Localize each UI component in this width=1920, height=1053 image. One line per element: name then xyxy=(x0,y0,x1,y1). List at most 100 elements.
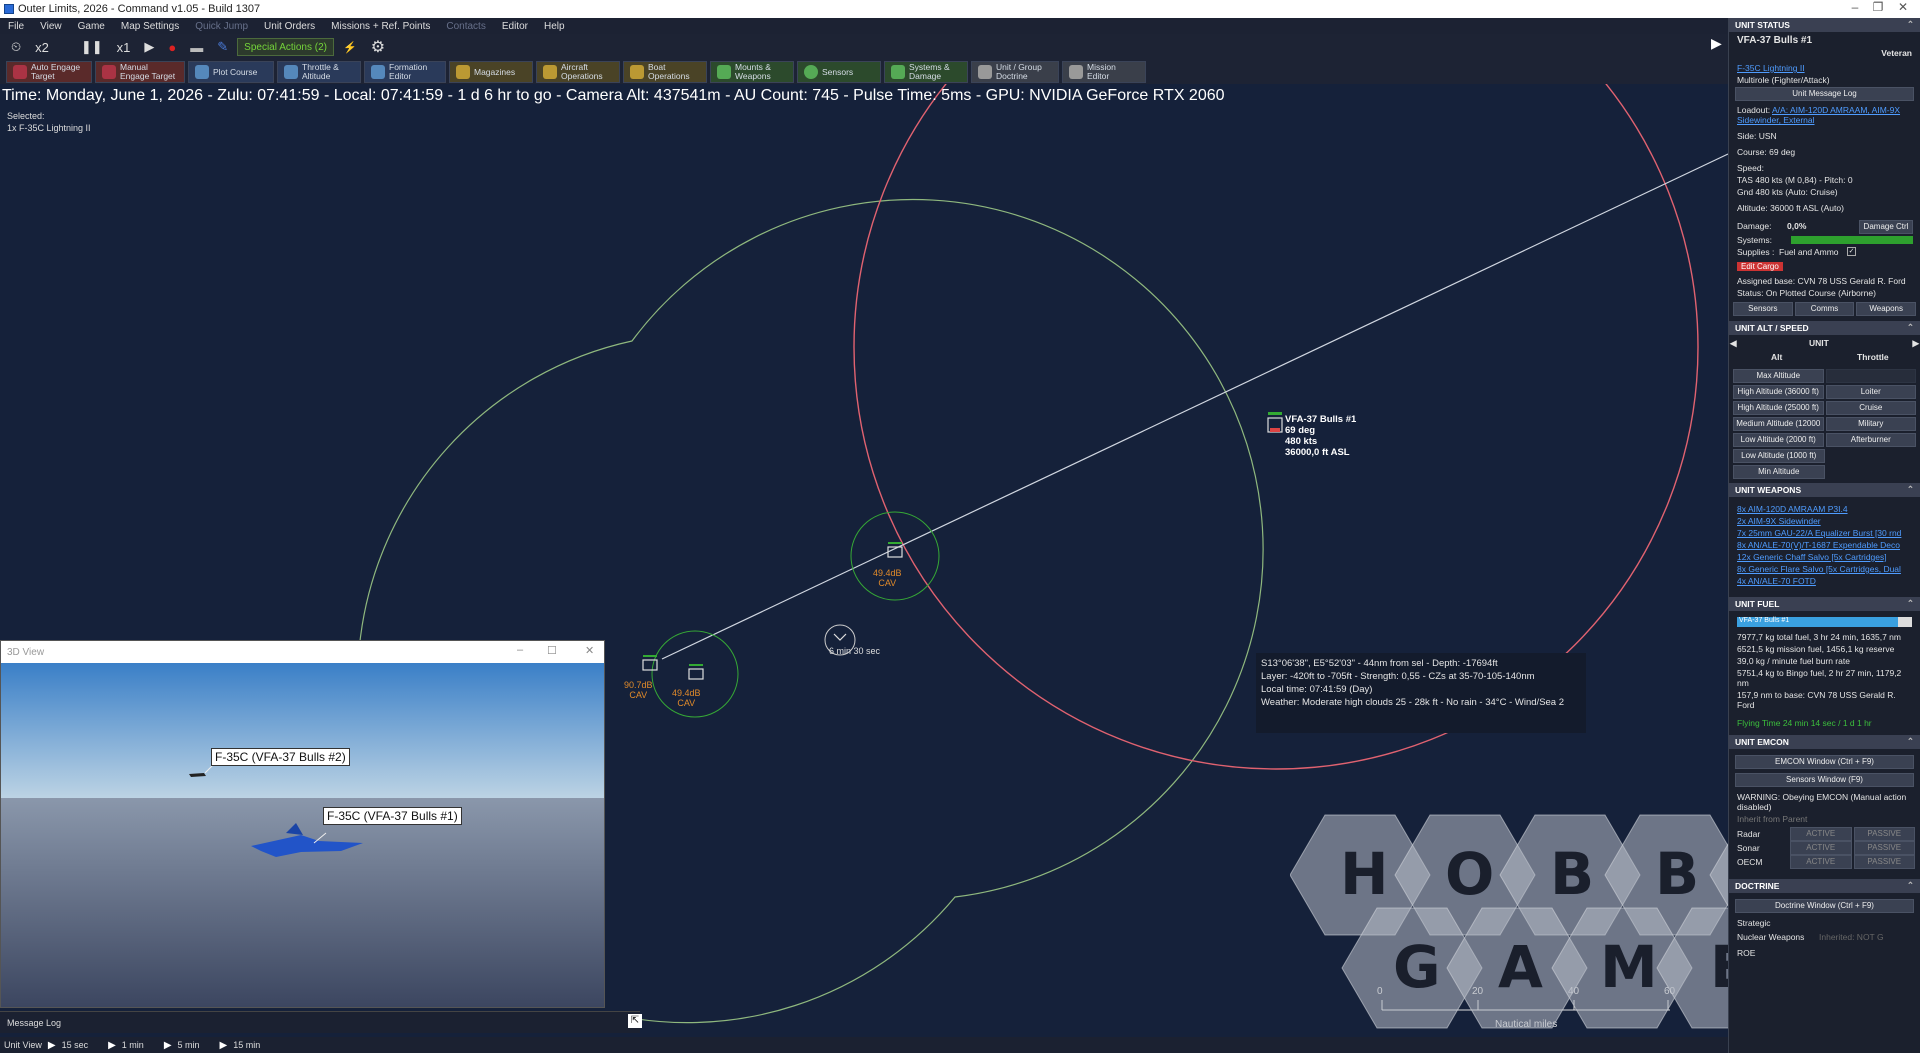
sonar-passive[interactable]: PASSIVE xyxy=(1853,841,1915,855)
unit-view-label[interactable]: Unit View xyxy=(4,1040,42,1050)
sonobuoy-icon[interactable] xyxy=(688,664,704,680)
weapon-link[interactable]: 8x AIM-120D AMRAAM P3I.4 xyxy=(1729,503,1920,515)
sensors-window-button[interactable]: Sensors Window (F9) xyxy=(1735,773,1914,787)
jet-model[interactable] xyxy=(251,823,363,857)
emcon-window-button[interactable]: EMCON Window (Ctrl + F9) xyxy=(1735,755,1914,769)
compression-x2[interactable]: x2 xyxy=(30,37,54,57)
unit-type-link[interactable]: F-35C Lightning II xyxy=(1729,62,1920,74)
weapons-header[interactable]: UNIT WEAPONS ⌃ xyxy=(1729,483,1920,497)
menu-editor[interactable]: Editor xyxy=(494,21,536,32)
menu-file[interactable]: File xyxy=(0,21,32,32)
step-15m[interactable]: 15 min xyxy=(233,1040,260,1050)
clock-icon[interactable]: ⏲ xyxy=(6,37,26,57)
doctrine-button[interactable]: Unit / Group Doctrine xyxy=(971,61,1059,83)
alt-max-button[interactable]: Max Altitude xyxy=(1733,369,1824,383)
alt-low-2000-button[interactable]: Low Altitude (2000 ft) xyxy=(1733,433,1824,447)
throttle-altitude-button[interactable]: Throttle & Altitude xyxy=(277,61,361,83)
step-15s[interactable]: 15 sec xyxy=(62,1040,89,1050)
weapon-link[interactable]: 4x AN/ALE-70 FOTD xyxy=(1729,575,1920,587)
weapon-link[interactable]: 7x 25mm GAU-22/A Equalizer Burst [30 rnd xyxy=(1729,527,1920,539)
pause-icon[interactable]: ❚❚ xyxy=(76,37,108,57)
mounts-weapons-button[interactable]: Mounts & Weapons xyxy=(710,61,794,83)
gear-icon[interactable]: ⚙ xyxy=(366,37,390,57)
unit-map-label[interactable]: VFA-37 Bulls #1 69 deg 480 kts 36000,0 f… xyxy=(1285,414,1356,458)
waypoint-icon[interactable] xyxy=(833,633,847,641)
aircraft-operations-button[interactable]: Aircraft Operations xyxy=(536,61,620,83)
play-icon[interactable]: ▶ xyxy=(164,1040,172,1051)
menu-missions[interactable]: Missions + Ref. Points xyxy=(323,21,438,32)
tab-sensors[interactable]: Sensors xyxy=(1733,302,1793,316)
emcon-header[interactable]: UNIT EMCON ⌃ xyxy=(1729,735,1920,749)
restore-icon[interactable]: ☐ xyxy=(547,644,557,657)
next-arrow-icon[interactable]: ▶ xyxy=(1912,338,1919,349)
3d-view-window[interactable]: 3D View – ☐ ✕ F-35C (VFA-37 Bulls #2) F-… xyxy=(0,640,605,1008)
sensors-button[interactable]: Sensors xyxy=(797,61,881,83)
menu-help[interactable]: Help xyxy=(536,21,573,32)
collapse-icon[interactable]: ⌃ xyxy=(1907,598,1914,609)
menu-contacts[interactable]: Contacts xyxy=(438,21,493,32)
throttle-afterburner-button[interactable]: Afterburner xyxy=(1825,433,1916,447)
unit-message-log-button[interactable]: Unit Message Log xyxy=(1735,87,1914,101)
plot-course-button[interactable]: Plot Course xyxy=(188,61,274,83)
alt-low-1000-button[interactable]: Low Altitude (1000 ft) xyxy=(1733,449,1825,463)
collapse-icon[interactable]: ⌃ xyxy=(1907,19,1914,30)
collapse-icon[interactable]: ⌃ xyxy=(1907,322,1914,333)
weapon-link[interactable]: 2x AIM-9X Sidewinder xyxy=(1729,515,1920,527)
panel-toggle-icon[interactable]: ▶ xyxy=(1711,35,1722,52)
alt-medium-button[interactable]: Medium Altitude (12000 xyxy=(1733,417,1824,431)
message-log-bar[interactable]: Message Log xyxy=(0,1011,640,1033)
monitor-icon[interactable]: ▬ xyxy=(185,37,208,57)
close-icon[interactable]: ✕ xyxy=(585,644,594,657)
play-icon[interactable]: ▶ xyxy=(48,1040,56,1051)
damage-ctrl-button[interactable]: Damage Ctrl xyxy=(1859,220,1913,234)
inherit-checkbox[interactable]: Inherit from Parent xyxy=(1729,813,1920,825)
alt-high-36000-button[interactable]: High Altitude (36000 ft) xyxy=(1733,385,1824,399)
weapon-link[interactable]: 8x AN/ALE-70(V)/T-1687 Expendable Deco xyxy=(1729,539,1920,551)
minimize-icon[interactable]: – xyxy=(517,644,523,656)
tab-comms[interactable]: Comms xyxy=(1794,302,1855,316)
menu-unit-orders[interactable]: Unit Orders xyxy=(256,21,323,32)
systems-damage-button[interactable]: Systems & Damage xyxy=(884,61,968,83)
menu-view[interactable]: View xyxy=(32,21,70,32)
alt-min-button[interactable]: Min Altitude xyxy=(1733,465,1825,479)
oecm-passive[interactable]: PASSIVE xyxy=(1853,855,1915,869)
collapse-icon[interactable]: ⌃ xyxy=(1907,736,1914,747)
doctrine-header[interactable]: DOCTRINE ⌃ xyxy=(1729,879,1920,893)
collapse-icon[interactable]: ⌃ xyxy=(1907,484,1914,495)
magazines-button[interactable]: Magazines xyxy=(449,61,533,83)
doctrine-window-button[interactable]: Doctrine Window (Ctrl + F9) xyxy=(1735,899,1914,913)
sonar-active[interactable]: ACTIVE xyxy=(1790,841,1852,855)
manual-engage-button[interactable]: Manual Engage Target xyxy=(95,61,185,83)
menu-map-settings[interactable]: Map Settings xyxy=(113,21,187,32)
record-icon[interactable]: ● xyxy=(163,37,181,57)
menu-quick-jump[interactable]: Quick Jump xyxy=(187,21,256,32)
play-icon[interactable]: ▶ xyxy=(108,1040,116,1051)
oecm-active[interactable]: ACTIVE xyxy=(1790,855,1852,869)
aircraft-unit-icon[interactable] xyxy=(1267,412,1283,433)
boat-operations-button[interactable]: Boat Operations xyxy=(623,61,707,83)
3d-view-titlebar[interactable]: 3D View – ☐ ✕ xyxy=(1,641,604,663)
step-5m[interactable]: 5 min xyxy=(178,1040,200,1050)
auto-engage-button[interactable]: Auto Engage Target xyxy=(6,61,92,83)
edit-cargo-button[interactable]: Edit Cargo xyxy=(1737,262,1783,271)
compression-x1[interactable]: x1 xyxy=(112,37,136,57)
mission-editor-button[interactable]: Mission Editor xyxy=(1062,61,1146,83)
collapse-icon[interactable]: ⌃ xyxy=(1907,880,1914,891)
unit-status-header[interactable]: UNIT STATUS ⌃ xyxy=(1729,18,1920,32)
throttle-loiter-button[interactable]: Loiter xyxy=(1825,385,1916,399)
formation-editor-button[interactable]: Formation Editor xyxy=(364,61,446,83)
throttle-cruise-button[interactable]: Cruise xyxy=(1825,401,1916,415)
close-icon[interactable]: ✕ xyxy=(1888,0,1918,14)
radar-passive[interactable]: PASSIVE xyxy=(1853,827,1915,841)
pin-icon[interactable]: ✎ xyxy=(212,37,233,57)
throttle-military-button[interactable]: Military xyxy=(1825,417,1916,431)
alt-high-25000-button[interactable]: High Altitude (25000 ft) xyxy=(1733,401,1824,415)
supplies-dropdown-icon[interactable]: ✓ xyxy=(1847,247,1856,256)
prev-arrow-icon[interactable]: ◀ xyxy=(1730,338,1737,349)
expand-log-icon[interactable]: ⇱ xyxy=(628,1014,642,1028)
weapon-link[interactable]: 8x Generic Flare Salvo [5x Cartridges, D… xyxy=(1729,563,1920,575)
play-icon[interactable]: ▶ xyxy=(220,1040,228,1051)
radar-active[interactable]: ACTIVE xyxy=(1790,827,1852,841)
tab-weapons[interactable]: Weapons xyxy=(1856,302,1917,316)
special-actions-button[interactable]: Special Actions (2) xyxy=(237,38,334,56)
